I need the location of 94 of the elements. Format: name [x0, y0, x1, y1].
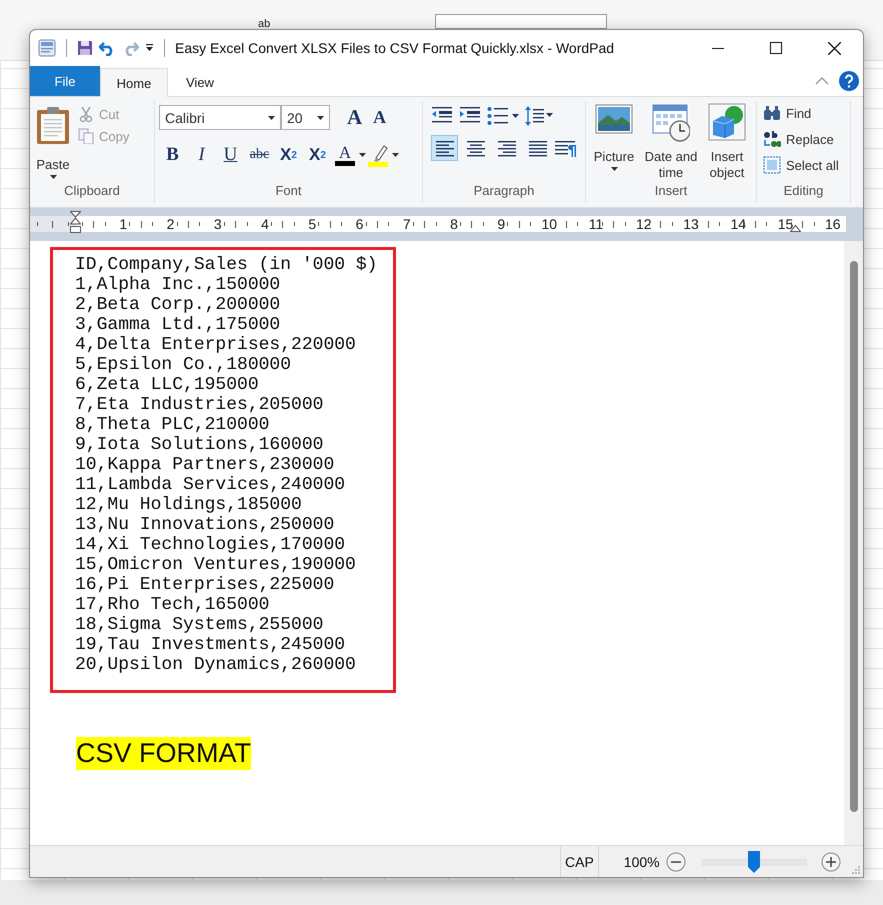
caret-icon — [50, 175, 56, 179]
bullet-list-icon[interactable] — [487, 106, 519, 126]
ruler-number: 8 — [449, 216, 459, 232]
text-line: 12,Mu Holdings,185000 — [75, 495, 303, 515]
font-size-field[interactable]: 20 — [281, 105, 330, 130]
text-line: 17,Rho Tech,165000 — [75, 595, 270, 615]
text-line: 14,Xi Technologies,170000 — [75, 535, 346, 555]
highlighted-heading: CSV FORMAT — [76, 737, 251, 770]
text-line: 1,Alpha Inc.,150000 — [75, 275, 282, 295]
text-line: 15,Omicron Ventures,190000 — [75, 555, 357, 575]
ruler-number: 5 — [307, 216, 318, 232]
text-line: ID,Company,Sales (in '000 $) — [75, 255, 378, 275]
select-all-icon — [763, 156, 781, 174]
caret-icon — [268, 116, 275, 120]
zoom-in-icon[interactable] — [820, 852, 841, 872]
italic-button[interactable]: I — [188, 142, 215, 168]
group-label: Insert — [654, 183, 688, 200]
zoom-slider-thumb[interactable] — [748, 850, 760, 872]
replace-icon — [763, 130, 781, 148]
ruler-number: 16 — [824, 216, 839, 232]
window-title: Easy Excel Convert XLSX Files to CSV Format Quickly.xlsx - WordPad — [175, 40, 614, 56]
bold-button[interactable]: B — [159, 142, 186, 168]
resize-grip-icon[interactable] — [851, 865, 861, 875]
font-name-field[interactable]: Calibri — [159, 105, 281, 130]
ruler-number: 3 — [212, 216, 223, 232]
date-time-button[interactable]: Date and time — [642, 101, 700, 183]
wordpad-icon[interactable] — [38, 39, 56, 57]
caret-icon — [610, 167, 618, 171]
caret-icon — [317, 116, 324, 120]
cut-icon — [78, 106, 94, 122]
caret-icon — [359, 153, 366, 157]
scrollbar-thumb[interactable] — [850, 261, 858, 812]
ruler-number: 14 — [730, 216, 744, 232]
font-color-button[interactable]: A — [333, 142, 357, 168]
ruler-number: 12 — [636, 216, 650, 232]
grow-font-button[interactable]: A — [343, 105, 366, 130]
text-line: 2,Beta Corp.,200000 — [75, 295, 282, 315]
wrap-text-icon: ab — [258, 18, 270, 30]
picture-button[interactable]: Picture — [590, 101, 638, 183]
text-line: 16,Pi Enterprises,225000 — [75, 575, 336, 595]
text-line: 13,Nu Innovations,250000 — [75, 515, 336, 535]
group-label: Paragraph — [472, 183, 536, 200]
ruler-number: 15 — [778, 216, 792, 232]
strike-button[interactable]: abc — [246, 142, 273, 168]
group-label: Editing — [782, 183, 824, 200]
replace-button[interactable]: Replace — [761, 129, 841, 149]
paste-button[interactable]: Paste — [34, 101, 72, 183]
help-icon[interactable] — [839, 71, 859, 91]
ruler-number: 1 — [118, 216, 128, 232]
group-label: Clipboard — [63, 183, 121, 200]
text-line: 10,Kappa Partners,230000 — [75, 455, 336, 475]
text-line: 18,Sigma Systems,255000 — [75, 615, 324, 635]
text-line: 8,Theta PLC,210000 — [75, 415, 270, 435]
ruler-number: 7 — [402, 216, 412, 232]
align-left-button[interactable] — [431, 135, 458, 161]
save-icon[interactable] — [77, 40, 93, 56]
ruler-number: 6 — [354, 216, 364, 232]
highlighter-icon[interactable] — [368, 143, 390, 167]
caret-icon — [392, 153, 399, 157]
text-line: 9,Iota Solutions,160000 — [75, 435, 324, 455]
ruler-number: 2 — [166, 216, 176, 232]
text-line: 7,Eta Industries,205000 — [75, 395, 324, 415]
clipboard-icon — [36, 107, 70, 145]
zoom-level: 100% — [624, 854, 660, 870]
line-spacing-icon[interactable] — [525, 105, 553, 127]
copy-icon — [78, 128, 94, 144]
text-line: 5,Epsilon Co.,180000 — [75, 355, 292, 375]
ruler-number: 4 — [260, 216, 270, 232]
text-line: 19,Tau Investments,245000 — [75, 635, 346, 655]
number-format-field[interactable] — [435, 14, 607, 29]
caps-lock-indicator: CAP — [560, 846, 599, 877]
group-label: Font — [274, 183, 302, 200]
text-line: 4,Delta Enterprises,220000 — [75, 335, 357, 355]
text-line: 11,Lambda Services,240000 — [75, 475, 346, 495]
file-tab[interactable]: File — [30, 66, 100, 96]
ribbon-tab[interactable]: View — [168, 68, 232, 96]
text-line: 20,Upsilon Dynamics,260000 — [75, 655, 357, 675]
shrink-font-button[interactable]: A — [369, 107, 390, 128]
calendar-clock-icon — [652, 103, 690, 143]
zoom-out-icon[interactable] — [666, 852, 686, 872]
scrollbar[interactable] — [844, 241, 863, 845]
find-button[interactable]: Find — [761, 103, 841, 123]
insert-object-button[interactable]: Insert object — [704, 101, 750, 183]
text-line: 3,Gamma Ltd.,175000 — [75, 315, 282, 335]
dropdown-caret-icon[interactable] — [145, 44, 154, 52]
ribbon-tab[interactable]: Home — [100, 68, 168, 97]
ruler-number: 11 — [588, 216, 603, 232]
text-line: 6,Zeta LLC,195000 — [75, 375, 260, 395]
ruler-number: 9 — [496, 216, 506, 232]
underline-button[interactable]: U — [217, 142, 244, 168]
collapse-ribbon-icon[interactable] — [815, 77, 829, 85]
paragraph-settings-icon[interactable] — [555, 139, 577, 157]
binoculars-icon — [763, 104, 781, 122]
select-all-button[interactable]: Select all — [761, 155, 841, 175]
